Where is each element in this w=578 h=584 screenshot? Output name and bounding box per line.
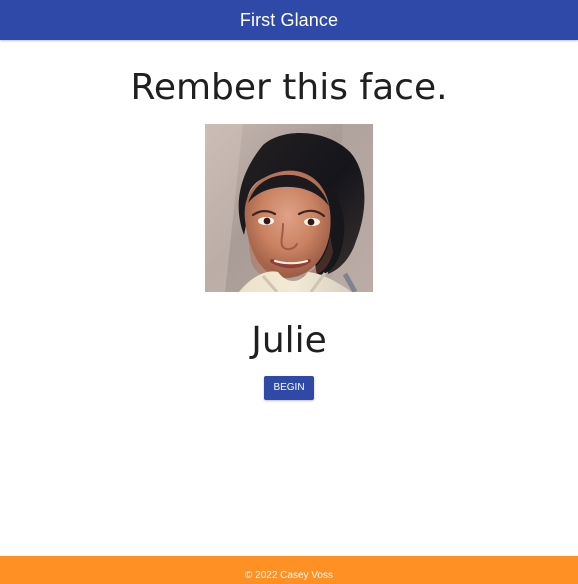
begin-button[interactable]: BEGIN bbox=[264, 376, 314, 400]
footer: © 2022 Casey Voss bbox=[0, 556, 578, 584]
top-app-bar: First Glance bbox=[0, 0, 578, 40]
face-photo bbox=[205, 124, 373, 292]
app-title: First Glance bbox=[239, 10, 339, 30]
person-name: Julie bbox=[251, 320, 327, 361]
copyright-text: © 2022 Casey Voss bbox=[245, 570, 333, 581]
face-portrait-image bbox=[205, 124, 373, 292]
memory-instruction: Rember this face. bbox=[130, 67, 448, 108]
memory-prompt-panel: Rember this face. Julie BEGIN bbox=[0, 40, 578, 556]
app-root: First Glance Rember this face. Julie BEG… bbox=[0, 0, 578, 584]
